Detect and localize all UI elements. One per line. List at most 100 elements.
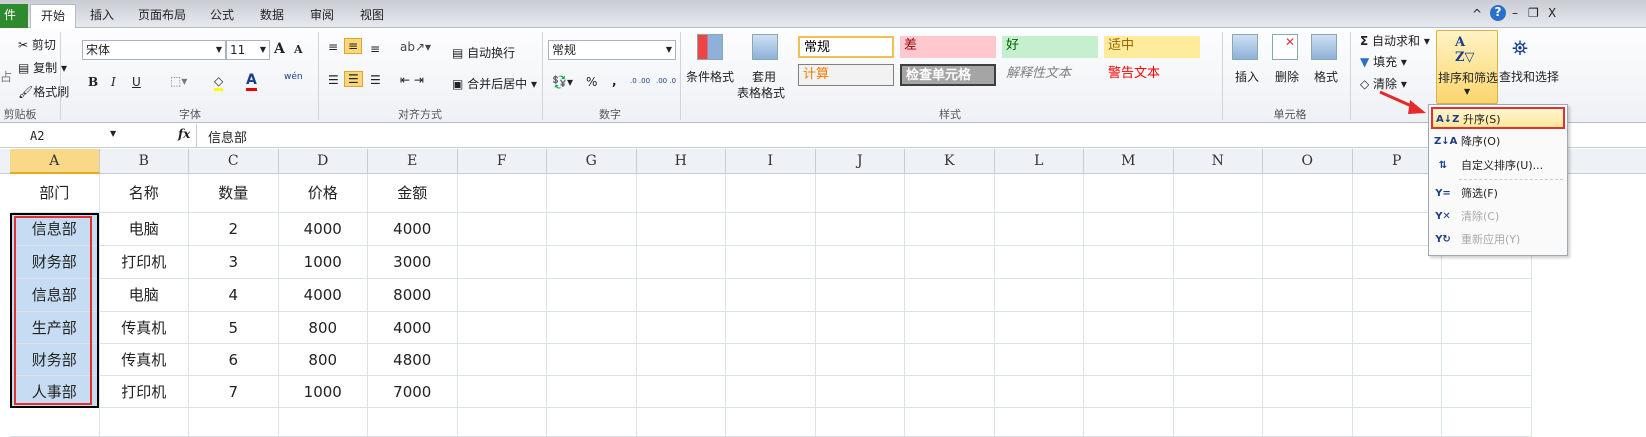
format-cells-button[interactable]: 格式 xyxy=(1314,68,1338,85)
cell[interactable] xyxy=(1173,174,1263,213)
cell[interactable] xyxy=(1263,376,1353,408)
cell[interactable] xyxy=(1173,279,1263,312)
cell[interactable] xyxy=(905,312,995,344)
align-top-button[interactable]: ≡ xyxy=(328,40,338,54)
cell[interactable] xyxy=(1263,279,1353,312)
cell[interactable] xyxy=(457,279,547,312)
cell[interactable]: 电脑 xyxy=(99,213,189,246)
cell[interactable] xyxy=(1263,246,1353,279)
cell[interactable]: 7000 xyxy=(368,376,458,408)
cell[interactable] xyxy=(547,279,637,312)
cell[interactable]: 传真机 xyxy=(99,344,189,376)
cell[interactable] xyxy=(994,246,1084,279)
number-format-select[interactable]: 常规 ▼ xyxy=(548,40,676,60)
cell[interactable] xyxy=(547,376,637,408)
orientation-button[interactable]: ab↗▾ xyxy=(400,40,431,54)
cell[interactable] xyxy=(10,408,100,437)
cell[interactable] xyxy=(905,408,995,437)
cell[interactable] xyxy=(457,312,547,344)
cell[interactable] xyxy=(457,213,547,246)
cell-style-0[interactable]: 常规 xyxy=(798,36,894,58)
conditional-format-button[interactable]: 条件格式 xyxy=(686,68,734,85)
cell[interactable]: 打印机 xyxy=(99,246,189,279)
column-header-L[interactable]: L xyxy=(995,149,1084,174)
cell[interactable]: 4000 xyxy=(368,213,458,246)
cell[interactable] xyxy=(726,279,816,312)
name-box[interactable]: A2 xyxy=(0,126,120,146)
tab-home[interactable]: 开始 xyxy=(30,4,77,28)
cell[interactable] xyxy=(636,408,726,437)
cell[interactable] xyxy=(1084,344,1174,376)
tab-review[interactable]: 审阅 xyxy=(300,4,344,28)
column-header-M[interactable]: M xyxy=(1084,149,1174,174)
cell[interactable] xyxy=(1084,279,1174,312)
cell[interactable]: 名称 xyxy=(99,174,189,213)
bold-button[interactable]: B xyxy=(88,75,98,89)
cell[interactable] xyxy=(1442,408,1532,437)
cell[interactable]: 1000 xyxy=(278,376,368,408)
restore-button[interactable]: ❐ xyxy=(1528,6,1539,20)
menu-item-1[interactable]: Z↓A 降序(O) xyxy=(1431,131,1565,153)
cell[interactable] xyxy=(815,312,905,344)
column-header-B[interactable]: B xyxy=(100,149,189,174)
underline-button[interactable]: U xyxy=(132,75,141,89)
cell[interactable]: 8000 xyxy=(368,279,458,312)
font-name-select[interactable]: 宋体 ▼ xyxy=(82,40,226,60)
cell[interactable]: 金额 xyxy=(368,174,458,213)
cell[interactable]: 4800 xyxy=(368,344,458,376)
cell[interactable] xyxy=(994,312,1084,344)
cell[interactable] xyxy=(994,344,1084,376)
column-header-I[interactable]: I xyxy=(726,149,816,174)
cell[interactable] xyxy=(547,174,637,213)
decrease-decimal-button[interactable]: .00 .0 xyxy=(656,77,676,85)
border-button[interactable]: ⬚▾ xyxy=(170,74,187,88)
cell[interactable] xyxy=(726,246,816,279)
sort-filter-button[interactable]: A Z▽ 排序和筛选 ▼ xyxy=(1436,30,1498,104)
cell[interactable] xyxy=(189,408,279,437)
merge-center-button[interactable]: ▣ 合并后居中 ▾ xyxy=(452,75,537,92)
cell[interactable] xyxy=(1352,279,1442,312)
cell[interactable]: 1000 xyxy=(278,246,368,279)
cell[interactable] xyxy=(1084,246,1174,279)
cell[interactable] xyxy=(726,408,816,437)
align-center-button[interactable]: ☰ xyxy=(344,71,363,87)
cell[interactable] xyxy=(1442,279,1532,312)
cell[interactable]: 电脑 xyxy=(99,279,189,312)
cell[interactable] xyxy=(994,279,1084,312)
menu-item-0[interactable]: A↓Z 升序(S) xyxy=(1431,107,1565,129)
align-right-button[interactable]: ☰ xyxy=(370,73,381,87)
cell[interactable]: 3000 xyxy=(368,246,458,279)
cell[interactable] xyxy=(815,246,905,279)
format-painter-button[interactable]: 🖌格式刷 xyxy=(18,83,69,100)
cell[interactable] xyxy=(726,344,816,376)
cell[interactable]: 数量 xyxy=(189,174,279,213)
cell-style-6[interactable]: 解释性文本 xyxy=(1002,64,1098,86)
cell[interactable] xyxy=(815,408,905,437)
indent-buttons[interactable]: ⇤ ⇥ xyxy=(400,73,424,87)
insert-cells-button[interactable]: 插入 xyxy=(1235,68,1259,85)
column-header-C[interactable]: C xyxy=(189,149,279,174)
column-header-O[interactable]: O xyxy=(1263,149,1353,174)
column-header-J[interactable]: J xyxy=(816,149,905,174)
tab-formulas[interactable]: 公式 xyxy=(200,4,244,28)
cell[interactable] xyxy=(1263,312,1353,344)
menu-item-3[interactable]: Y= 筛选(F) xyxy=(1431,183,1565,205)
cell[interactable] xyxy=(636,279,726,312)
cell[interactable]: 800 xyxy=(278,344,368,376)
italic-button[interactable]: I xyxy=(111,75,116,89)
cell[interactable] xyxy=(815,213,905,246)
cell[interactable] xyxy=(1263,174,1353,213)
cell[interactable] xyxy=(547,213,637,246)
cell[interactable] xyxy=(1263,213,1353,246)
cell[interactable] xyxy=(636,246,726,279)
cell[interactable] xyxy=(815,344,905,376)
cell[interactable] xyxy=(1352,312,1442,344)
cell[interactable] xyxy=(1173,213,1263,246)
tab-view[interactable]: 视图 xyxy=(350,4,394,28)
formula-input[interactable]: 信息部 xyxy=(208,127,247,146)
cell[interactable] xyxy=(547,344,637,376)
cell[interactable] xyxy=(547,246,637,279)
paste-button[interactable]: 占 xyxy=(0,68,12,85)
column-header-G[interactable]: G xyxy=(547,149,637,174)
cell[interactable] xyxy=(1084,376,1174,408)
